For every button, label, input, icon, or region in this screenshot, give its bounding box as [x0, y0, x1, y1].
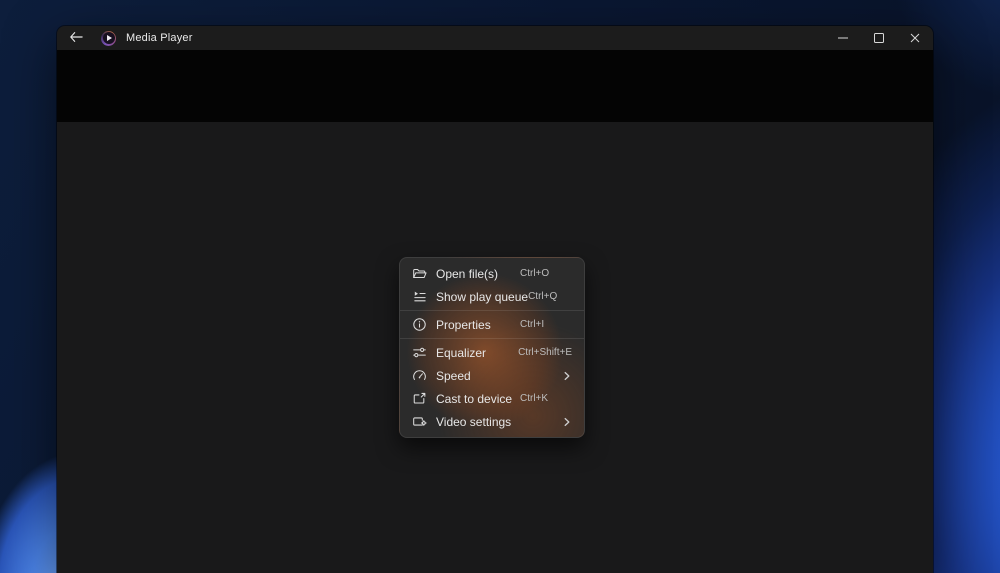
menu-item-label: Cast to device	[436, 392, 512, 406]
media-player-window: Media Player Open file(s)Ctrl+	[57, 26, 933, 573]
menu-item-label: Equalizer	[436, 346, 486, 360]
menu-item-shortcut: Ctrl+K	[520, 393, 572, 404]
menu-item-label: Open file(s)	[436, 267, 498, 281]
menu-item-cast-to-device[interactable]: Cast to device Ctrl+K	[400, 387, 584, 410]
menu-item-video-settings[interactable]: Video settings	[400, 410, 584, 433]
speed-gauge-icon	[411, 368, 427, 384]
menu-item-equalizer[interactable]: Equalizer Ctrl+Shift+E	[400, 341, 584, 364]
equalizer-icon	[411, 345, 427, 361]
menu-divider	[400, 310, 584, 311]
menu-item-shortcut: Ctrl+I	[520, 319, 572, 330]
window-title: Media Player	[126, 32, 193, 44]
video-display-area[interactable]	[57, 50, 933, 122]
close-button[interactable]	[897, 26, 933, 50]
menu-item-shortcut: Ctrl+O	[520, 268, 572, 279]
maximize-button[interactable]	[861, 26, 897, 50]
back-button[interactable]	[61, 26, 91, 50]
menu-item-speed[interactable]: Speed	[400, 364, 584, 387]
menu-item-shortcut: Ctrl+Q	[528, 291, 580, 302]
menu-item-open-file-s[interactable]: Open file(s) Ctrl+O	[400, 262, 584, 285]
close-icon	[910, 31, 920, 46]
open-folder-icon	[411, 266, 427, 282]
context-menu: Open file(s) Ctrl+O Show play queueCtrl+Q P…	[399, 257, 585, 438]
back-arrow-icon	[69, 31, 83, 46]
video-settings-icon	[411, 414, 427, 430]
menu-item-shortcut: Ctrl+Shift+E	[518, 347, 572, 358]
menu-item-label: Video settings	[436, 415, 511, 429]
minimize-icon	[838, 31, 848, 46]
chevron-right-icon	[562, 371, 572, 381]
menu-item-properties[interactable]: Properties Ctrl+I	[400, 313, 584, 336]
menu-item-label: Speed	[436, 369, 471, 383]
chevron-right-icon	[562, 417, 572, 427]
maximize-icon	[874, 33, 884, 43]
cast-icon	[411, 391, 427, 407]
play-queue-icon	[411, 289, 427, 305]
minimize-button[interactable]	[825, 26, 861, 50]
menu-item-label: Show play queue	[436, 290, 528, 304]
titlebar[interactable]: Media Player	[57, 26, 933, 50]
info-icon	[411, 317, 427, 333]
menu-divider	[400, 338, 584, 339]
window-controls	[825, 26, 933, 50]
menu-item-label: Properties	[436, 318, 491, 332]
menu-item-show-play-queue[interactable]: Show play queueCtrl+Q	[400, 285, 584, 308]
media-player-app-icon	[101, 31, 116, 46]
